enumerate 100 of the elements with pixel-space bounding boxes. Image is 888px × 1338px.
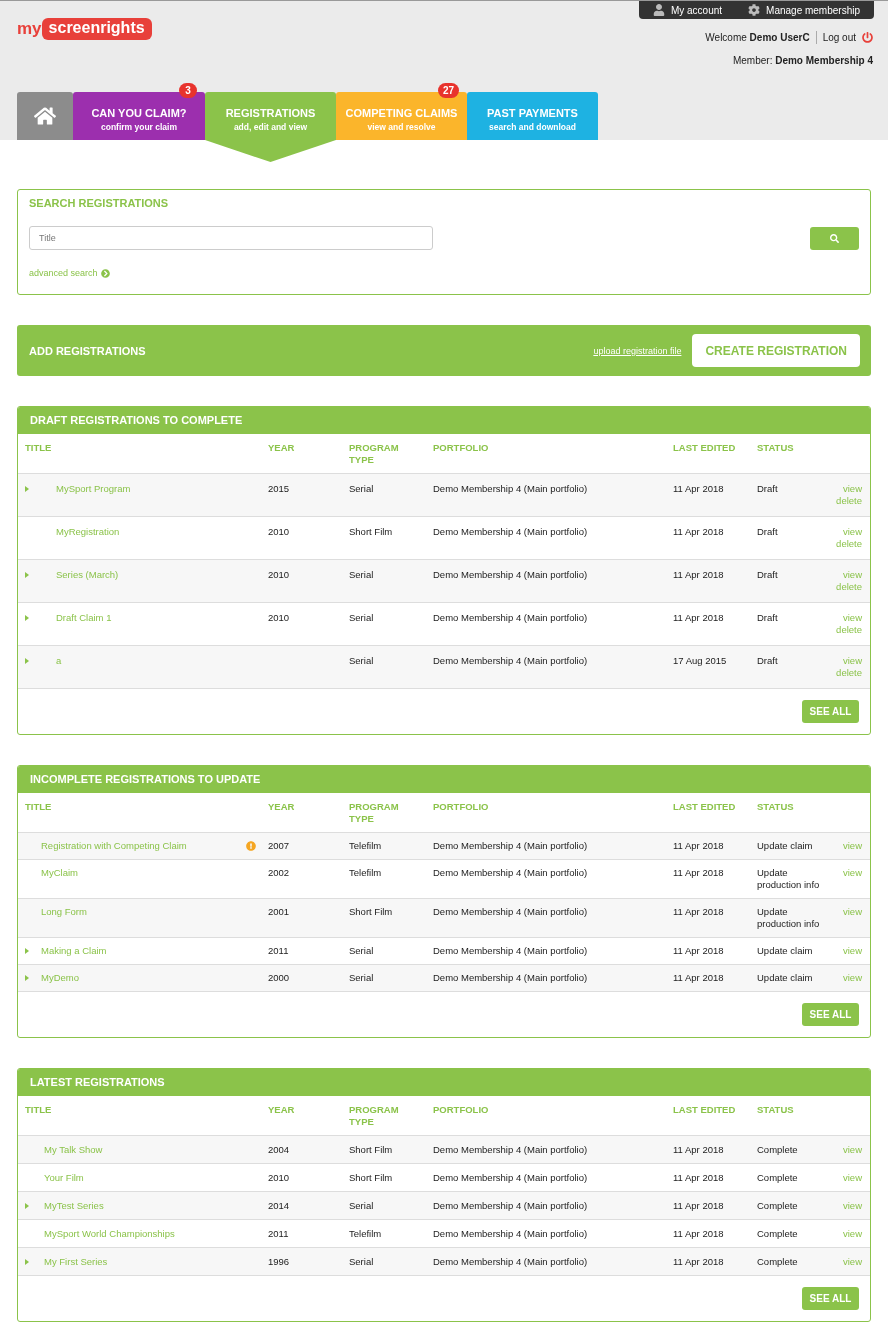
title-link[interactable]: Making a Claim xyxy=(41,945,107,957)
nav-tab[interactable]: PAST PAYMENTS search and download xyxy=(467,92,598,140)
see-all-button[interactable]: SEE ALL xyxy=(802,700,859,723)
table-cell: 2010 xyxy=(268,1172,290,1183)
action-link[interactable]: view xyxy=(843,867,862,879)
table-cell: 11 Apr 2018 xyxy=(673,867,724,878)
table-cell: 2011 xyxy=(268,1228,289,1239)
home-tab[interactable] xyxy=(17,92,73,140)
expand-caret-icon[interactable] xyxy=(25,1259,29,1265)
expand-caret-icon[interactable] xyxy=(25,658,29,664)
action-link[interactable]: view xyxy=(843,1200,862,1212)
account-link[interactable]: Manage membership xyxy=(748,4,860,16)
search-button[interactable] xyxy=(810,226,859,250)
search-icon xyxy=(830,233,839,243)
table-cell: Complete xyxy=(757,1144,798,1156)
panel-title: INCOMPLETE REGISTRATIONS TO UPDATE xyxy=(18,766,870,793)
expand-caret-icon[interactable] xyxy=(25,486,29,492)
table-cell: 2010 xyxy=(268,569,290,580)
table-cell: 1996 xyxy=(268,1256,290,1267)
title-link[interactable]: Long Form xyxy=(41,906,87,918)
title-link[interactable]: MySport World Championships xyxy=(44,1228,175,1240)
expand-caret-icon[interactable] xyxy=(25,615,29,621)
table-cell: Telefilm xyxy=(349,867,382,878)
title-link[interactable]: MySport Program xyxy=(56,483,131,495)
action-link[interactable]: view xyxy=(843,1172,862,1184)
action-link[interactable]: view xyxy=(843,483,862,495)
column-header: STATUS xyxy=(757,1104,794,1116)
column-header: PORTFOLIO xyxy=(433,442,489,454)
action-link[interactable]: view xyxy=(843,569,862,581)
action-link[interactable]: view xyxy=(843,1144,862,1156)
table-cell: Serial xyxy=(349,655,374,666)
action-link[interactable]: view xyxy=(843,840,862,852)
table-cell: Serial xyxy=(349,945,374,956)
logo-text: my xyxy=(17,19,42,39)
panel-title: LATEST REGISTRATIONS xyxy=(18,1069,870,1096)
table-cell: Demo Membership 4 (Main portfolio) xyxy=(433,1144,588,1155)
action-link[interactable]: delete xyxy=(836,667,862,679)
table-cell: 11 Apr 2018 xyxy=(673,906,724,917)
see-all-button[interactable]: SEE ALL xyxy=(802,1003,859,1026)
welcome-text: Welcome Demo UserC xyxy=(705,32,810,43)
see-all-button[interactable]: SEE ALL xyxy=(802,1287,859,1310)
nav-tab[interactable]: REGISTRATIONS add, edit and view xyxy=(205,92,336,162)
action-link[interactable]: delete xyxy=(836,538,862,550)
action-link[interactable]: view xyxy=(843,655,862,667)
action-link[interactable]: view xyxy=(843,1256,862,1268)
title-link[interactable]: My First Series xyxy=(44,1256,108,1268)
column-header: TITLE xyxy=(25,1104,52,1116)
action-link[interactable]: view xyxy=(843,1228,862,1240)
table-cell: Complete xyxy=(757,1256,798,1268)
logo-badge: screenrights xyxy=(41,18,152,40)
column-header: PROGRAM TYPE xyxy=(349,442,400,466)
action-link[interactable]: delete xyxy=(836,495,862,507)
title-link[interactable]: Your Film xyxy=(44,1172,84,1184)
title-link[interactable]: Series (March) xyxy=(56,569,119,581)
table-cell: Short Film xyxy=(349,906,393,917)
action-link[interactable]: view xyxy=(843,612,862,624)
title-link[interactable]: Draft Claim 1 xyxy=(56,612,112,624)
expand-caret-icon[interactable] xyxy=(25,1203,29,1209)
table-cell: 11 Apr 2018 xyxy=(673,840,724,851)
account-link[interactable]: My account xyxy=(652,4,723,16)
table-cell: Demo Membership 4 (Main portfolio) xyxy=(433,569,588,580)
table-cell: 2004 xyxy=(268,1144,290,1155)
action-link[interactable]: view xyxy=(843,906,862,918)
action-link[interactable]: view xyxy=(843,945,862,957)
table-cell: Demo Membership 4 (Main portfolio) xyxy=(433,1228,588,1239)
title-link[interactable]: MyRegistration xyxy=(56,526,120,538)
table-cell: Update claim xyxy=(757,945,813,957)
create-registration-button[interactable]: CREATE REGISTRATION xyxy=(692,334,860,367)
title-link[interactable]: Registration with Competing Claim xyxy=(41,840,187,852)
expand-caret-icon[interactable] xyxy=(25,975,29,981)
title-link[interactable]: MyClaim xyxy=(41,867,78,879)
column-header: LAST EDITED xyxy=(673,442,736,454)
table-cell: Serial xyxy=(349,612,374,623)
title-link[interactable]: MyTest Series xyxy=(44,1200,104,1212)
table-cell: 2002 xyxy=(268,867,290,878)
action-link[interactable]: delete xyxy=(836,624,862,636)
action-link[interactable]: delete xyxy=(836,581,862,593)
member-text: Member: Demo Membership 4 xyxy=(732,55,873,66)
panel-title: DRAFT REGISTRATIONS TO COMPLETE xyxy=(18,407,870,434)
table-cell: Draft xyxy=(757,612,778,624)
table-cell: Demo Membership 4 (Main portfolio) xyxy=(433,840,588,851)
advanced-search-link[interactable]: advanced search xyxy=(29,268,110,278)
table-cell: 2010 xyxy=(268,526,290,537)
upload-link[interactable]: upload registration file xyxy=(593,345,682,356)
title-link[interactable]: a xyxy=(56,655,62,667)
expand-caret-icon[interactable] xyxy=(25,948,29,954)
column-header: YEAR xyxy=(268,1104,295,1116)
table-cell: 11 Apr 2018 xyxy=(673,612,724,623)
action-link[interactable]: view xyxy=(843,526,862,538)
title-link[interactable]: My Talk Show xyxy=(44,1144,103,1156)
title-link[interactable]: MyDemo xyxy=(41,972,79,984)
action-link[interactable]: view xyxy=(843,972,862,984)
table-cell: 2010 xyxy=(268,612,290,623)
settings-icon xyxy=(748,4,761,16)
title-search-field[interactable]: Title xyxy=(29,226,433,250)
count-badge: 3 xyxy=(179,83,197,98)
logout-link[interactable]: Log out xyxy=(822,32,873,43)
table-cell: 11 Apr 2018 xyxy=(673,483,724,494)
expand-caret-icon[interactable] xyxy=(25,572,29,578)
table-cell: 2000 xyxy=(268,972,290,983)
